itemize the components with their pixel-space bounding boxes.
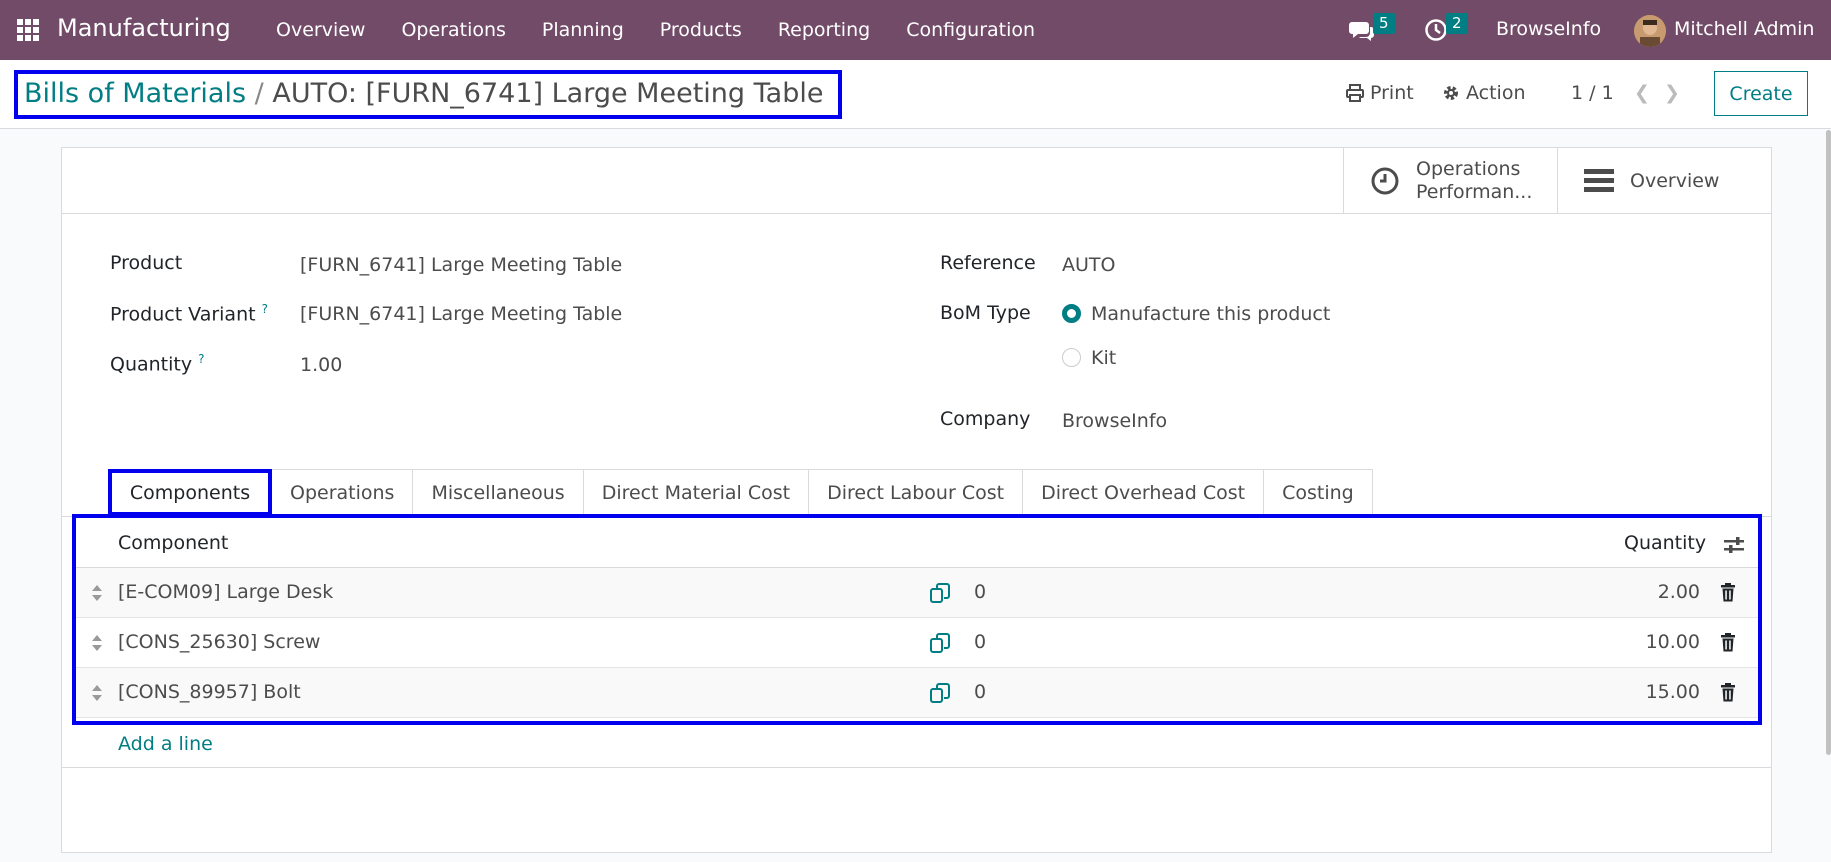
activities-badge: 2	[1446, 13, 1468, 34]
app-title[interactable]: Manufacturing	[57, 14, 231, 42]
clock-icon	[1371, 167, 1399, 195]
reference-field[interactable]: AUTO	[1062, 254, 1115, 276]
operations-performance-button[interactable]: Operations Performan...	[1343, 148, 1557, 214]
overview-label: Overview	[1630, 170, 1720, 192]
bom-type-kit-radio[interactable]	[1062, 348, 1081, 367]
menu-configuration[interactable]: Configuration	[888, 0, 1053, 60]
menu-planning[interactable]: Planning	[524, 0, 642, 60]
product-variant-label: Product Variant ?	[110, 302, 268, 325]
clock-icon[interactable]	[1424, 18, 1448, 42]
operations-performance-line2: Performan...	[1416, 181, 1533, 203]
breadcrumb-parent-link[interactable]: Bills of Materials	[24, 78, 246, 109]
tab-direct-labour-cost[interactable]: Direct Labour Cost	[809, 469, 1024, 516]
quantity-label: Quantity ?	[110, 352, 205, 375]
print-button[interactable]: Print	[1346, 82, 1414, 104]
overview-button[interactable]: Overview	[1557, 148, 1771, 214]
chat-icon[interactable]	[1349, 18, 1375, 42]
user-menu[interactable]: Mitchell Admin	[1674, 18, 1814, 40]
bom-type-label: BoM Type	[940, 302, 1031, 324]
bom-type-kit-label[interactable]: Kit	[1091, 347, 1116, 369]
tab-components[interactable]: Components	[108, 469, 272, 516]
quantity-field[interactable]: 1.00	[300, 354, 342, 376]
pager-next-icon[interactable]: ❯	[1664, 82, 1680, 104]
main-menu: Overview Operations Planning Products Re…	[258, 0, 1053, 60]
menu-operations[interactable]: Operations	[383, 0, 523, 60]
help-tooltip-icon[interactable]: ?	[198, 352, 204, 366]
messages-badge: 5	[1373, 13, 1395, 34]
company-field[interactable]: BrowseInfo	[1062, 410, 1167, 432]
menu-overview[interactable]: Overview	[258, 0, 383, 60]
breadcrumb-current: AUTO: [FURN_6741] Large Meeting Table	[272, 78, 824, 109]
bars-icon	[1584, 169, 1614, 192]
company-label: Company	[940, 408, 1031, 430]
product-variant-label-text: Product Variant	[110, 303, 256, 326]
notebook-tabs: Components Operations Miscellaneous Dire…	[108, 469, 1373, 516]
smart-button-box: Operations Performan... Overview	[62, 148, 1771, 214]
breadcrumb-separator: /	[254, 78, 264, 109]
tab-operations[interactable]: Operations	[272, 469, 414, 516]
user-avatar[interactable]	[1634, 15, 1666, 47]
bom-type-manufacture-label[interactable]: Manufacture this product	[1091, 303, 1330, 325]
components-table-highlight	[72, 514, 1762, 725]
printer-icon	[1346, 84, 1364, 102]
product-label: Product	[110, 252, 183, 274]
action-button[interactable]: Action	[1442, 82, 1526, 104]
tab-direct-material-cost[interactable]: Direct Material Cost	[583, 469, 810, 516]
help-tooltip-icon[interactable]: ?	[262, 302, 268, 316]
bom-type-manufacture-radio[interactable]	[1062, 304, 1081, 323]
product-variant-field[interactable]: [FURN_6741] Large Meeting Table	[300, 303, 622, 325]
table-bottom-divider	[62, 767, 1771, 768]
top-navbar: Manufacturing Overview Operations Planni…	[0, 0, 1831, 60]
action-label: Action	[1466, 82, 1526, 104]
gear-icon	[1444, 86, 1458, 100]
pager-value[interactable]: 1 / 1	[1571, 82, 1614, 104]
reference-label: Reference	[940, 252, 1036, 274]
add-line-link[interactable]: Add a line	[118, 733, 213, 755]
tab-miscellaneous[interactable]: Miscellaneous	[413, 469, 584, 516]
tab-direct-overhead-cost[interactable]: Direct Overhead Cost	[1023, 469, 1265, 516]
menu-products[interactable]: Products	[642, 0, 760, 60]
print-label: Print	[1370, 82, 1414, 104]
company-switcher[interactable]: BrowseInfo	[1496, 18, 1601, 40]
pager-previous-icon[interactable]: ❮	[1634, 82, 1650, 104]
operations-performance-line1: Operations	[1416, 158, 1521, 180]
menu-reporting[interactable]: Reporting	[760, 0, 888, 60]
control-panel: Bills of Materials / AUTO: [FURN_6741] L…	[0, 60, 1831, 129]
product-field[interactable]: [FURN_6741] Large Meeting Table	[300, 254, 622, 276]
breadcrumb: Bills of Materials / AUTO: [FURN_6741] L…	[24, 78, 823, 109]
apps-menu-icon[interactable]	[17, 19, 39, 41]
tab-costing[interactable]: Costing	[1264, 469, 1373, 516]
create-button[interactable]: Create	[1714, 71, 1808, 116]
page-scrollbar[interactable]	[1826, 130, 1831, 755]
quantity-label-text: Quantity	[110, 353, 193, 376]
